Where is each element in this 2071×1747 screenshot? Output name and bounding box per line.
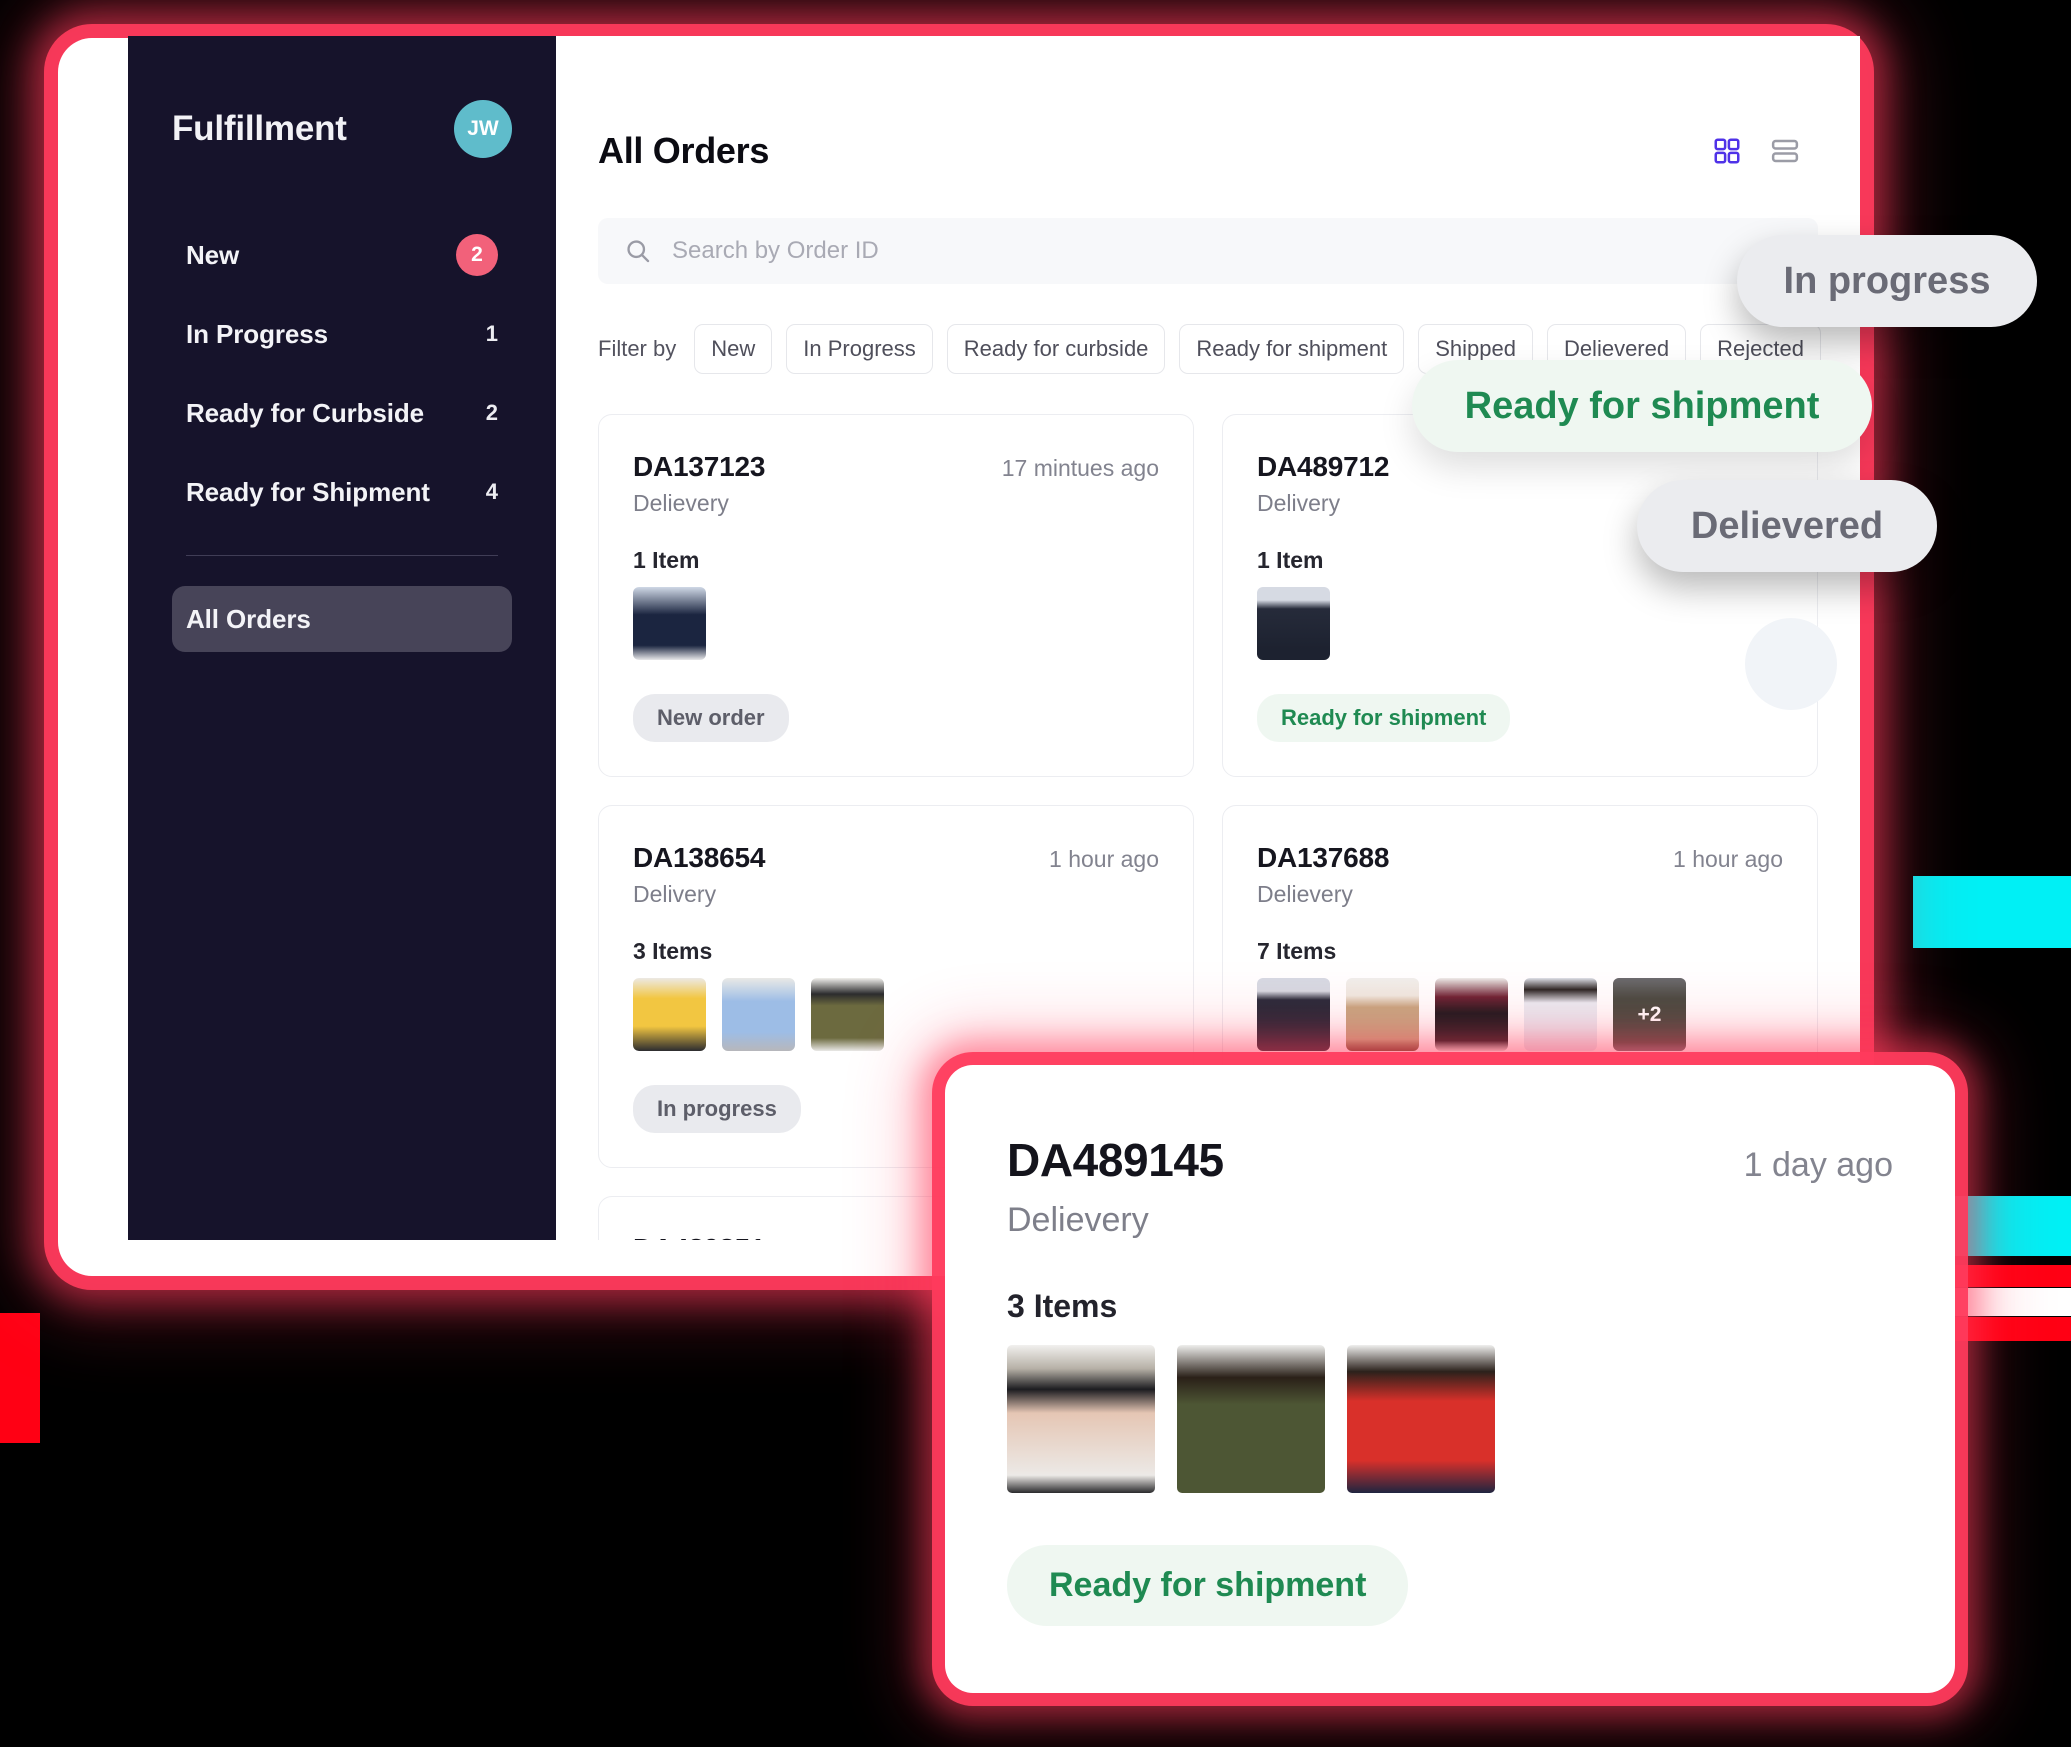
filter-chip-new[interactable]: New: [694, 324, 773, 374]
sidebar-item-all-orders[interactable]: All Orders: [172, 586, 512, 652]
order-detail-card[interactable]: DA489145 1 day ago Delievery 3 Items Rea…: [945, 1065, 1955, 1693]
content-header: All Orders: [598, 36, 1818, 172]
sidebar-header: Fulfillment JW: [128, 36, 556, 158]
order-id: DA489712: [1257, 451, 1390, 482]
product-thumbnail[interactable]: [1435, 978, 1508, 1051]
sidebar-item-label: Ready for Curbside: [186, 397, 425, 428]
detail-order-method: Delievery: [1007, 1201, 1149, 1239]
product-thumbnail[interactable]: [1524, 978, 1597, 1051]
filter-chip-in-progress[interactable]: In Progress: [786, 324, 933, 374]
view-toggle-group: [1712, 136, 1818, 166]
page-title: All Orders: [598, 130, 770, 171]
order-timestamp: 1 hour ago: [1049, 846, 1159, 872]
search-icon: [624, 237, 652, 265]
detail-order-timestamp: 1 day ago: [1743, 1146, 1893, 1184]
order-id: DA138654: [633, 842, 766, 873]
order-thumbnails: +2: [1257, 978, 1783, 1051]
filter-by-label: Filter by: [598, 336, 677, 361]
detail-order-id: DA489145: [1007, 1134, 1224, 1186]
order-thumbnails: [633, 587, 1159, 660]
decor-strip-cyan-1: [1913, 876, 2071, 948]
order-card[interactable]: DA137123 17 mintues ago Delievery 1 Item…: [598, 414, 1194, 777]
product-thumbnail[interactable]: [811, 978, 884, 1051]
screenshot-root: Fulfillment JW New 2 In Progress 1 Ready…: [0, 0, 2071, 1747]
sidebar-item-count: 4: [485, 479, 498, 504]
detail-status-badge: Ready for shipment: [1007, 1545, 1409, 1626]
order-item-count: 1 Item: [633, 547, 700, 573]
floating-pill-delievered[interactable]: Delievered: [1637, 480, 1937, 572]
product-thumbnail[interactable]: [1257, 587, 1330, 660]
floating-pill-ready-for-shipment[interactable]: Ready for shipment: [1412, 360, 1872, 452]
sidebar-item-ready-for-curbside[interactable]: Ready for Curbside 2: [172, 382, 512, 444]
order-card[interactable]: DA489712 Delivery 1 Item Ready for shipm…: [1222, 414, 1818, 777]
more-items-count: +2: [1613, 978, 1686, 1051]
sidebar: Fulfillment JW New 2 In Progress 1 Ready…: [128, 36, 556, 1240]
order-card-footer: New order: [633, 694, 1159, 742]
product-thumbnail[interactable]: [1007, 1345, 1155, 1493]
order-card-header: DA137123 17 mintues ago: [633, 451, 1159, 483]
decor-strip-red-3: [0, 1313, 40, 1443]
order-status-badge: Ready for shipment: [1257, 694, 1511, 742]
list-view-icon[interactable]: [1770, 136, 1800, 166]
order-timestamp: 1 hour ago: [1673, 846, 1783, 872]
product-thumbnail[interactable]: [1347, 1345, 1495, 1493]
order-card-footer: Ready for shipment: [1257, 694, 1783, 742]
product-thumbnail[interactable]: [633, 978, 706, 1051]
order-timestamp: 17 mintues ago: [1001, 455, 1159, 481]
order-card-header: DA489712: [1257, 451, 1783, 483]
grid-view-icon[interactable]: [1712, 136, 1742, 166]
order-id: DA489851: [633, 1233, 765, 1240]
order-item-count: 3 Items: [633, 938, 713, 964]
sidebar-item-ready-for-shipment[interactable]: Ready for Shipment 4: [172, 461, 512, 523]
search-bar[interactable]: [598, 218, 1818, 284]
decorative-circle: [1745, 618, 1837, 710]
order-id: DA137688: [1257, 842, 1390, 873]
order-item-count: 7 Items: [1257, 938, 1337, 964]
product-thumbnail[interactable]: [1346, 978, 1419, 1051]
product-thumbnail[interactable]: [722, 978, 795, 1051]
product-thumbnail[interactable]: [1177, 1345, 1325, 1493]
order-thumbnails: [1257, 587, 1783, 660]
order-thumbnails: [633, 978, 1159, 1051]
detail-item-count: 3 Items: [1007, 1288, 1118, 1324]
product-thumbnail[interactable]: [633, 587, 706, 660]
order-method: Delievery: [1257, 881, 1353, 907]
floating-pill-in-progress[interactable]: In progress: [1737, 235, 2037, 327]
filter-chip-ready-for-curbside[interactable]: Ready for curbside: [946, 324, 1166, 374]
sidebar-item-new[interactable]: New 2: [172, 224, 512, 286]
order-id: DA137123: [633, 451, 766, 482]
sidebar-item-label: Ready for Shipment: [186, 476, 430, 507]
order-card-header: DA138654 1 hour ago: [633, 842, 1159, 874]
sidebar-nav: New 2 In Progress 1 Ready for Curbside 2…: [128, 224, 556, 652]
order-method: Delivery: [633, 881, 717, 907]
filter-chip-ready-for-shipment[interactable]: Ready for shipment: [1179, 324, 1405, 374]
detail-thumbnails: [1007, 1345, 1893, 1493]
avatar[interactable]: JW: [454, 100, 512, 158]
order-method: Delievery: [633, 490, 729, 516]
search-input[interactable]: [672, 237, 1792, 265]
status-badge: 2: [456, 234, 498, 276]
sidebar-item-count: 1: [485, 321, 498, 346]
order-status-badge: In progress: [633, 1085, 801, 1133]
sidebar-item-in-progress[interactable]: In Progress 1: [172, 303, 512, 365]
sidebar-item-label: New: [186, 239, 240, 270]
sidebar-divider: [186, 555, 498, 556]
detail-card-header: DA489145 1 day ago: [1007, 1133, 1893, 1187]
main-content: All Orders Search by Order ID Filter by …: [556, 36, 1860, 1240]
sidebar-item-count: 2: [485, 400, 498, 425]
order-status-badge: New order: [633, 694, 789, 742]
product-thumbnail[interactable]: [1257, 978, 1330, 1051]
sidebar-item-label: In Progress: [186, 318, 328, 349]
sidebar-item-label: All Orders: [186, 603, 311, 634]
product-thumbnail-more[interactable]: +2: [1613, 978, 1686, 1051]
order-card-header: DA137688 1 hour ago: [1257, 842, 1783, 874]
app-title: Fulfillment: [172, 109, 347, 148]
